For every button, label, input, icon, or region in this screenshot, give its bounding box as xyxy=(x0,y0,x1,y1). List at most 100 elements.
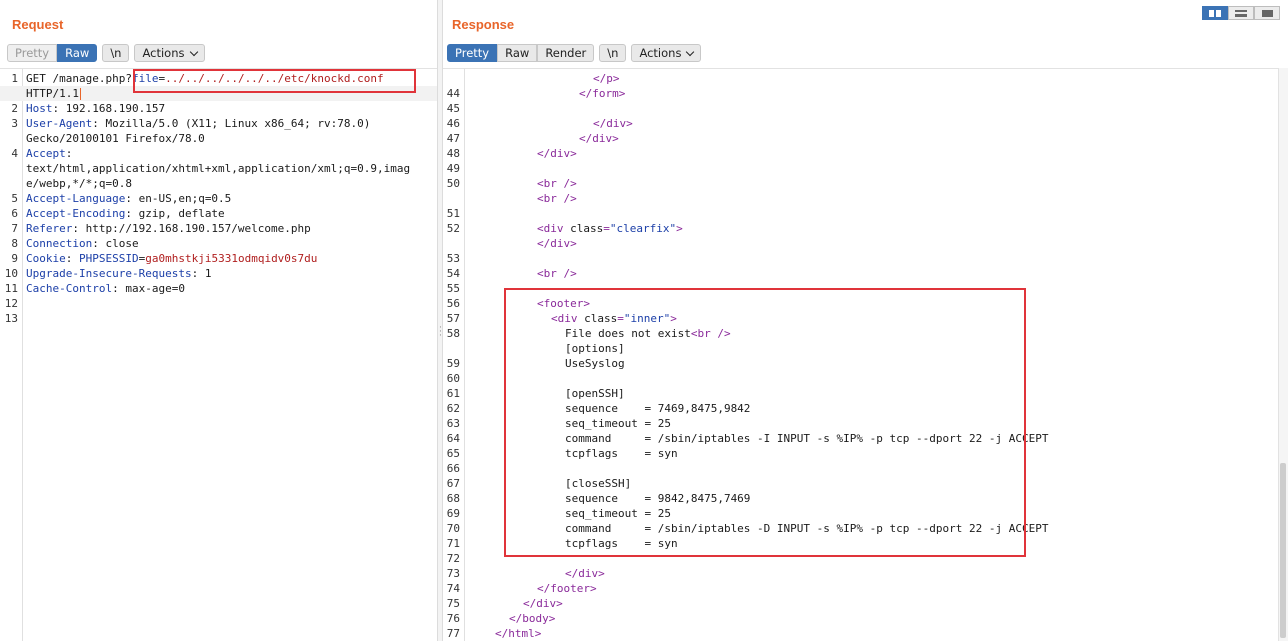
response-scrollbar[interactable] xyxy=(1278,68,1288,641)
line-number: 76 xyxy=(446,612,460,625)
response-code-line: 49 xyxy=(443,161,1288,176)
line-content: UseSyslog xyxy=(565,356,625,371)
code-token: Host xyxy=(26,102,53,115)
code-token: <br /> xyxy=(690,327,731,340)
request-pane: Request Pretty Raw \n Actions 1 GET /mana… xyxy=(0,0,437,641)
line-content: sequence = 7469,8475,9842 xyxy=(565,401,750,416)
response-code-line: 69 seq_timeout = 25 xyxy=(443,506,1288,521)
code-token: ga0mhstkji5331odmqidv0s7du xyxy=(145,252,318,265)
layout-single-button[interactable] xyxy=(1254,6,1280,20)
line-number: 13 xyxy=(4,312,18,325)
response-code-line: 73 </div> xyxy=(443,566,1288,581)
code-token: Accept-Encoding xyxy=(26,207,126,220)
code-token: > xyxy=(676,222,683,235)
code-token: <br /> xyxy=(537,192,577,205)
code-token: : xyxy=(65,252,79,265)
code-token: class xyxy=(570,222,604,235)
code-token: command = /sbin/iptables -I INPUT -s %IP… xyxy=(565,432,1049,445)
response-code-line: 63 seq_timeout = 25 xyxy=(443,416,1288,431)
line-content: e/webp,*/*;q=0.8 xyxy=(26,176,132,191)
line-number: 57 xyxy=(446,312,460,325)
line-content: </body> xyxy=(509,611,555,626)
code-token: <div xyxy=(551,312,585,325)
request-code-line: 4 Accept: xyxy=(0,146,437,161)
request-newline-button[interactable]: \n xyxy=(102,44,130,62)
line-content: GET /manage.php?file=../../../../../../e… xyxy=(26,71,384,86)
request-raw-button[interactable]: Raw xyxy=(57,44,98,62)
response-code-line: 72 xyxy=(443,551,1288,566)
response-code-line: 59 UseSyslog xyxy=(443,356,1288,371)
line-content: command = /sbin/iptables -I INPUT -s %IP… xyxy=(565,431,1048,446)
code-token: </div> xyxy=(537,147,577,160)
line-number: 48 xyxy=(446,147,460,160)
line-number: 7 xyxy=(11,222,18,235)
split-columns-icon xyxy=(1209,9,1221,17)
code-token: Cache-Control xyxy=(26,282,113,295)
code-token: Referer xyxy=(26,222,73,235)
response-code-line: 66 xyxy=(443,461,1288,476)
line-number: 8 xyxy=(11,237,18,250)
line-content: </footer> xyxy=(537,581,597,596)
response-actions-button[interactable]: Actions xyxy=(631,44,702,62)
response-code-line: 61 [openSSH] xyxy=(443,386,1288,401)
text-caret xyxy=(79,88,81,100)
line-content: Accept: xyxy=(26,146,72,161)
line-number: 64 xyxy=(446,432,460,445)
line-content: command = /sbin/iptables -D INPUT -s %IP… xyxy=(565,521,1048,536)
line-content: Cookie: PHPSESSID=ga0mhstkji5331odmqidv0… xyxy=(26,251,317,266)
line-number: 4 xyxy=(11,147,18,160)
code-token: Accept-Language xyxy=(26,192,126,205)
code-token: "inner" xyxy=(623,312,671,325)
code-token: <div xyxy=(537,222,571,235)
code-token: GET /manage.php? xyxy=(26,72,132,85)
line-number: 47 xyxy=(446,132,460,145)
response-render-button[interactable]: Render xyxy=(537,44,595,62)
response-toolbar: Pretty Raw Render \n Actions xyxy=(447,44,702,62)
request-title: Request xyxy=(12,17,64,32)
layout-split-button[interactable] xyxy=(1202,6,1228,20)
response-newline-button[interactable]: \n xyxy=(599,44,627,62)
code-token: file xyxy=(131,72,159,85)
response-raw-button[interactable]: Raw xyxy=(497,44,538,62)
request-code-line: Gecko/20100101 Firefox/78.0 xyxy=(0,131,437,146)
line-number: 58 xyxy=(446,327,460,340)
response-title: Response xyxy=(452,17,515,32)
request-pretty-button[interactable]: Pretty xyxy=(7,44,58,62)
line-number: 3 xyxy=(11,117,18,130)
response-code-line: 50 <br /> xyxy=(443,176,1288,191)
response-code-line: 60 xyxy=(443,371,1288,386)
request-code-line: 8 Connection: close xyxy=(0,236,437,251)
line-number: 6 xyxy=(11,207,18,220)
line-content: <div class="inner"> xyxy=(551,311,677,326)
line-content: tcpflags = syn xyxy=(565,536,678,551)
response-pretty-button[interactable]: Pretty xyxy=(447,44,498,62)
request-code-line: 5 Accept-Language: en-US,en;q=0.5 xyxy=(0,191,437,206)
code-token: <br /> xyxy=(537,267,577,280)
code-token: Cookie xyxy=(26,252,66,265)
line-number: 61 xyxy=(446,387,460,400)
code-token: Accept xyxy=(26,147,66,160)
response-editor[interactable]: </p> 44 </form> 45 46 </div> 47 </div> 48 </div> 4… xyxy=(443,68,1288,641)
line-content: <br /> xyxy=(537,191,577,206)
response-code-line: 53 xyxy=(443,251,1288,266)
code-token: File does not exist xyxy=(565,327,691,340)
line-number: 65 xyxy=(446,447,460,460)
request-actions-button[interactable]: Actions xyxy=(134,44,205,62)
line-number: 72 xyxy=(446,552,460,565)
line-number: 66 xyxy=(446,462,460,475)
layout-rows-button[interactable] xyxy=(1228,6,1254,20)
line-content: </div> xyxy=(523,596,563,611)
code-token: = xyxy=(617,312,624,325)
code-token: : 1 xyxy=(191,267,212,280)
response-code-line: 62 sequence = 7469,8475,9842 xyxy=(443,401,1288,416)
line-content: </div> xyxy=(579,131,619,146)
response-scroll-thumb[interactable] xyxy=(1280,463,1286,638)
response-code-line: 51 xyxy=(443,206,1288,221)
code-token: command = /sbin/iptables -D INPUT -s %IP… xyxy=(565,522,1049,535)
request-code-line: 1 GET /manage.php?file=../../../../../../… xyxy=(0,71,437,86)
code-token: HTTP/1.1 xyxy=(26,87,79,100)
request-code-line: 9 Cookie: PHPSESSID=ga0mhstkji5331odmqidv… xyxy=(0,251,437,266)
request-editor[interactable]: 1 GET /manage.php?file=../../../../../../… xyxy=(0,68,437,641)
code-token: Gecko/20100101 Firefox/78.0 xyxy=(26,132,205,145)
response-code-line: [options] xyxy=(443,341,1288,356)
